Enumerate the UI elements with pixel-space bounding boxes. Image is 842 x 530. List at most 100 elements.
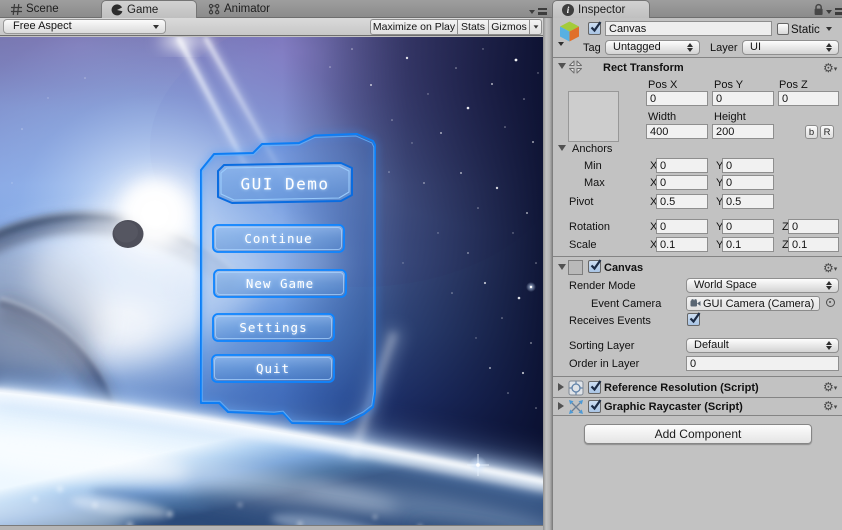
graphic-raycaster-icon: [568, 399, 584, 420]
pivot-label: Pivot: [569, 196, 594, 208]
receives-events-checkbox[interactable]: [687, 312, 701, 326]
blueprint-mode-button[interactable]: b: [805, 125, 818, 139]
gizmos-button[interactable]: Gizmos: [488, 19, 529, 35]
divider: [553, 415, 842, 416]
scale-y-field[interactable]: [722, 237, 774, 252]
sorting-layer-value: Default: [694, 339, 729, 351]
tab-scene[interactable]: Scene: [2, 0, 99, 18]
pane-splitter[interactable]: [543, 18, 552, 530]
menu-button-settings[interactable]: Settings: [212, 313, 335, 342]
scale-x-field[interactable]: [656, 237, 708, 252]
tab-strip: Scene Game Animator i Inspector: [0, 0, 842, 18]
rotation-y-field[interactable]: [722, 219, 774, 234]
canvas-enabled-checkbox[interactable]: [588, 259, 602, 273]
game-viewport[interactable]: GUI Demo Continue New Game Settings Quit: [0, 37, 543, 525]
pos-y-field[interactable]: [712, 91, 774, 106]
tab-inspector-label: Inspector: [578, 3, 626, 16]
tab-inspector[interactable]: i Inspector: [552, 0, 650, 18]
rotation-x-field[interactable]: [656, 219, 708, 234]
gear-icon[interactable]: ⚙: [823, 262, 837, 276]
anchors-max-label: Max: [584, 177, 605, 189]
graphic-raycaster-checkbox[interactable]: [588, 399, 602, 413]
tab-game[interactable]: Game: [101, 0, 197, 18]
game-object-icon-caret[interactable]: [558, 42, 564, 46]
raw-edit-mode-button[interactable]: R: [820, 125, 834, 139]
dropdown-updown-icon: [826, 43, 833, 52]
canvas-foldout[interactable]: [558, 264, 566, 270]
quit-button-label: Quit: [256, 361, 290, 376]
height-field[interactable]: [712, 124, 774, 139]
inspector-pane-menu[interactable]: [826, 8, 842, 15]
game-object-name-field[interactable]: [605, 21, 772, 36]
tab-animator[interactable]: Animator: [199, 0, 301, 18]
menu-button-continue[interactable]: Continue: [212, 224, 345, 253]
inspector-info-icon: i: [562, 3, 574, 16]
reference-resolution-checkbox[interactable]: [588, 380, 602, 394]
blueprint-button-label: b: [808, 126, 815, 138]
static-label: Static: [791, 24, 820, 36]
anchors-min-y-field[interactable]: [722, 158, 774, 173]
dropdown-updown-icon: [826, 341, 833, 350]
object-picker-icon[interactable]: [826, 298, 835, 307]
aspect-dropdown[interactable]: Free Aspect: [3, 19, 166, 34]
rect-transform-icon: [567, 59, 584, 80]
tab-scene-label: Scene: [26, 3, 59, 15]
gear-icon[interactable]: ⚙: [823, 381, 837, 395]
rotation-label: Rotation: [569, 221, 610, 233]
sorting-layer-label: Sorting Layer: [569, 340, 635, 352]
menu-button-quit[interactable]: Quit: [211, 354, 335, 383]
order-in-layer-field[interactable]: [686, 356, 839, 371]
dropdown-updown-icon: [826, 281, 833, 290]
stats-label: Stats: [461, 21, 485, 33]
scale-label: Scale: [569, 239, 597, 251]
graphic-raycaster-title: Graphic Raycaster (Script): [604, 401, 743, 413]
pane-menu-caret-icon: [826, 9, 832, 14]
height-label: Height: [714, 111, 746, 123]
rect-transform-foldout[interactable]: [558, 63, 566, 69]
gear-icon[interactable]: ⚙: [823, 62, 837, 76]
scene-grid-icon: [11, 3, 22, 15]
render-mode-label: Render Mode: [569, 280, 636, 292]
anchors-min-x-field[interactable]: [656, 158, 708, 173]
new-game-button-label: New Game: [246, 276, 314, 291]
gear-icon[interactable]: ⚙: [823, 400, 837, 414]
pivot-x-field[interactable]: [656, 194, 708, 209]
gizmos-dropdown-button[interactable]: [529, 19, 542, 35]
rotation-z-field[interactable]: [788, 219, 839, 234]
pos-z-field[interactable]: [778, 91, 839, 106]
tag-label: Tag: [583, 42, 601, 54]
event-camera-object-field[interactable]: GUI Camera (Camera): [686, 296, 820, 311]
layer-dropdown[interactable]: UI: [742, 40, 839, 55]
dropdown-caret-icon: [153, 25, 159, 29]
static-dropdown-caret[interactable]: [826, 27, 832, 31]
add-component-label: Add Component: [654, 427, 742, 441]
pos-y-label: Pos Y: [714, 79, 744, 91]
anchors-max-x-field[interactable]: [656, 175, 708, 190]
anchors-foldout[interactable]: [558, 145, 566, 151]
maximize-on-play-button[interactable]: Maximize on Play: [370, 19, 457, 35]
width-field[interactable]: [646, 124, 708, 139]
pane-menu-caret-icon: [529, 9, 535, 14]
maximize-on-play-label: Maximize on Play: [372, 21, 456, 33]
static-checkbox[interactable]: [777, 23, 789, 35]
anchor-preview-box[interactable]: [568, 91, 619, 142]
reference-resolution-foldout[interactable]: [558, 383, 564, 391]
stats-button[interactable]: Stats: [457, 19, 488, 35]
game-pane-menu[interactable]: [529, 8, 547, 15]
render-mode-dropdown[interactable]: World Space: [686, 278, 839, 293]
receives-events-label: Receives Events: [569, 315, 651, 327]
pivot-y-field[interactable]: [722, 194, 774, 209]
pos-x-field[interactable]: [646, 91, 708, 106]
game-menu-panel: GUI Demo Continue New Game Settings Quit: [198, 131, 378, 427]
add-component-button[interactable]: Add Component: [584, 424, 812, 444]
raw-edit-button-label: R: [823, 126, 831, 138]
window-bottom-edge: [0, 525, 543, 530]
tag-dropdown[interactable]: Untagged: [605, 40, 700, 55]
menu-button-new-game[interactable]: New Game: [213, 269, 347, 298]
game-toolbar: Free Aspect Maximize on Play Stats Gizmo…: [0, 18, 543, 36]
game-object-enabled-checkbox[interactable]: [588, 21, 602, 35]
scale-z-field[interactable]: [788, 237, 839, 252]
graphic-raycaster-foldout[interactable]: [558, 402, 564, 410]
anchors-max-y-field[interactable]: [722, 175, 774, 190]
sorting-layer-dropdown[interactable]: Default: [686, 338, 839, 353]
